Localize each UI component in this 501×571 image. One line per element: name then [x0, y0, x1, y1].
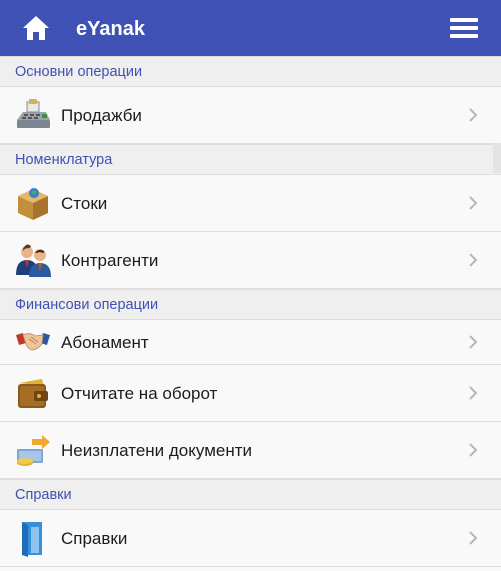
chevron-right-icon — [469, 335, 478, 349]
section-label: Основни операции — [15, 64, 143, 80]
home-button[interactable] — [19, 12, 53, 44]
wallet-icon — [18, 379, 48, 408]
cash-register-icon — [17, 99, 50, 128]
chevron-right-icon — [469, 443, 478, 457]
menu-item-turnover-report[interactable]: Отчитате на оборот — [0, 365, 501, 422]
reports-book-icon — [22, 522, 42, 557]
handshake-icon — [16, 333, 50, 351]
section-header-financial-operations: Финансови операции — [0, 289, 501, 320]
chevron-right-icon — [469, 386, 478, 400]
section-header-main-operations: Основни операции — [0, 56, 501, 87]
hamburger-icon — [450, 18, 478, 38]
menu-item-label: Контрагенти — [61, 251, 159, 270]
menu-item-label: Отчитате на оборот — [61, 384, 218, 403]
menu-item-label: Продажби — [61, 106, 142, 125]
goods-box-icon — [18, 188, 48, 220]
section-header-nomenclature: Номенклатура — [0, 144, 501, 175]
chevron-right-icon — [469, 531, 478, 545]
menu-item-goods[interactable]: Стоки — [0, 175, 501, 232]
scroll-edge — [493, 143, 501, 173]
chevron-right-icon — [469, 108, 478, 122]
app-header: eYanak — [0, 0, 501, 56]
hamburger-menu-button[interactable] — [447, 14, 481, 42]
section-label: Справки — [15, 487, 72, 503]
section-header-reports: Справки — [0, 479, 501, 510]
menu-item-sales[interactable]: Продажби — [0, 87, 501, 144]
home-icon — [23, 16, 49, 40]
app-title: eYanak — [76, 18, 145, 40]
partners-people-icon — [16, 244, 51, 277]
chevron-right-icon — [469, 196, 478, 210]
section-label: Финансови операции — [15, 297, 159, 313]
menu-item-partners[interactable]: Контрагенти — [0, 232, 501, 289]
menu-item-label: Стоки — [61, 194, 108, 213]
section-label: Номенклатура — [15, 152, 113, 168]
menu-item-label: Справки — [61, 529, 128, 548]
menu-item-unpaid-documents[interactable]: Неизплатени документи — [0, 422, 501, 479]
chevron-right-icon — [469, 253, 478, 267]
menu-item-label: Неизплатени документи — [61, 441, 253, 460]
money-arrow-icon — [17, 435, 50, 466]
menu-item-reports[interactable]: Справки — [0, 510, 501, 567]
menu-item-label: Абонамент — [61, 333, 149, 352]
menu-item-subscription[interactable]: Абонамент — [0, 320, 501, 365]
